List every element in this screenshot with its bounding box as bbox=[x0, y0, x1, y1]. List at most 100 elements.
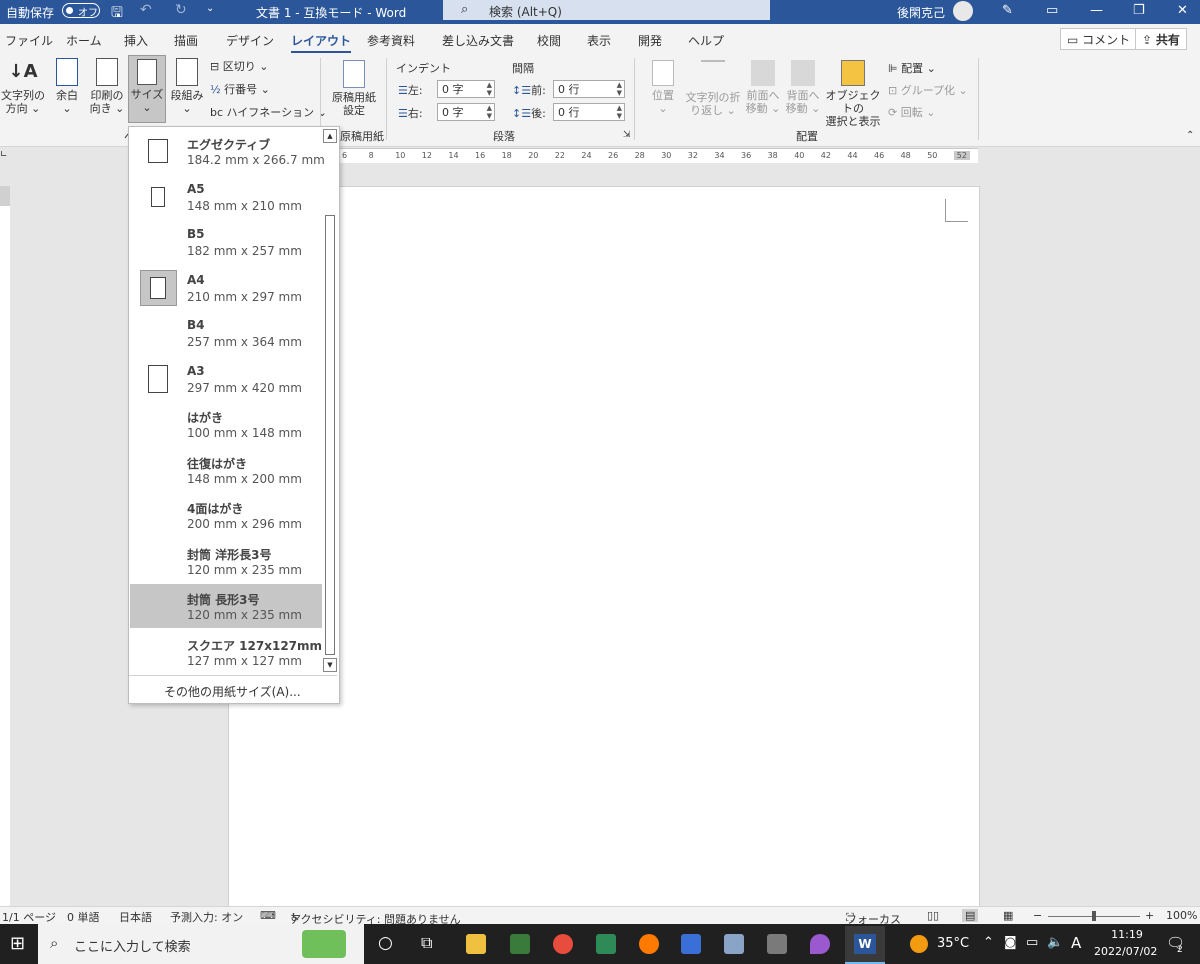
hyphenation-button[interactable]: bc ハイフネーション ⌄ bbox=[210, 104, 327, 120]
position-button[interactable]: 位置 ⌄ bbox=[644, 60, 682, 115]
taskbar-search[interactable]: ⌕ ここに入力して検索 bbox=[38, 924, 364, 964]
columns-button[interactable]: 段組み ⌄ bbox=[168, 58, 206, 115]
save-icon[interactable]: 🖫 bbox=[111, 2, 123, 26]
dialog-launcher-icon[interactable]: ⇲ bbox=[623, 130, 631, 140]
tab-help[interactable]: ヘルプ bbox=[688, 32, 724, 49]
calculator-icon[interactable] bbox=[767, 934, 787, 954]
word-count[interactable]: 0 単語 bbox=[67, 909, 100, 925]
task-view-icon[interactable]: ⧉ bbox=[421, 933, 432, 953]
windows-start-icon[interactable]: ⊞ bbox=[10, 933, 25, 954]
avatar[interactable] bbox=[953, 1, 973, 21]
text-direction-button[interactable]: ↓A 文字列の 方向 ⌄ bbox=[0, 58, 46, 115]
tab-mailings[interactable]: 差し込み文書 bbox=[442, 32, 514, 49]
bring-forward-button[interactable]: 前面へ 移動 ⌄ bbox=[744, 60, 782, 115]
orientation-button[interactable]: 印刷の 向き ⌄ bbox=[88, 58, 126, 115]
size-button[interactable]: サイズ ⌄ bbox=[128, 55, 166, 123]
app-icon[interactable] bbox=[510, 934, 530, 954]
read-mode-icon[interactable]: ▯▯ bbox=[927, 909, 939, 922]
clock-date[interactable]: 2022/07/02 bbox=[1094, 945, 1157, 958]
send-backward-button[interactable]: 背面へ 移動 ⌄ bbox=[784, 60, 822, 115]
manuscript-button[interactable]: 原稿用紙 設定 bbox=[328, 60, 380, 117]
spinner-arrows-icon[interactable]: ▲ ▼ bbox=[617, 104, 622, 120]
tab-developer[interactable]: 開発 bbox=[638, 32, 662, 49]
align-button[interactable]: ⊫ 配置 ⌄ bbox=[888, 60, 936, 76]
tab-references[interactable]: 参考資料 bbox=[367, 32, 415, 49]
scrollbar[interactable]: ▲ ▼ bbox=[323, 129, 337, 672]
group-button[interactable]: ⊡ グループ化 ⌄ bbox=[888, 82, 968, 98]
share-button[interactable]: ⇪ 共有 bbox=[1135, 28, 1187, 50]
app-icon[interactable] bbox=[810, 934, 830, 954]
spinner-arrows-icon[interactable]: ▲ ▼ bbox=[487, 104, 492, 120]
document-page[interactable] bbox=[228, 186, 980, 907]
tab-view[interactable]: 表示 bbox=[587, 32, 611, 49]
paper-size-item[interactable]: A4 210 mm x 297 mm bbox=[130, 266, 322, 310]
horizontal-ruler[interactable]: 6 8 10 12 14 16 18 20 22 24 26 28 30 32 34 36 38 40 42 44 46… bbox=[338, 148, 978, 163]
spinner-arrows-icon[interactable]: ▲ ▼ bbox=[617, 81, 622, 97]
tab-selector-icon[interactable]: ∟ bbox=[0, 150, 8, 160]
zoom-out-icon[interactable]: − bbox=[1033, 909, 1042, 922]
language-status[interactable]: 日本語 bbox=[119, 909, 152, 925]
chrome-icon[interactable] bbox=[553, 934, 573, 954]
tab-home[interactable]: ホーム bbox=[66, 32, 102, 49]
weather-icon[interactable] bbox=[910, 935, 928, 953]
network-icon[interactable]: ▭ bbox=[1026, 935, 1038, 950]
autosave-toggle[interactable]: オフ bbox=[62, 3, 100, 19]
print-layout-icon[interactable]: ▤ bbox=[962, 909, 979, 922]
vertical-ruler[interactable] bbox=[0, 186, 10, 906]
paper-size-item[interactable]: A3 297 mm x 420 mm bbox=[130, 357, 322, 401]
zoom-in-icon[interactable]: + bbox=[1145, 909, 1154, 922]
temperature[interactable]: 35°C bbox=[937, 936, 969, 951]
clock-time[interactable]: 11:19 bbox=[1102, 928, 1152, 941]
web-layout-icon[interactable]: ▦ bbox=[1003, 909, 1013, 922]
breaks-button[interactable]: ⊟ 区切り ⌄ bbox=[210, 58, 268, 74]
app-icon[interactable] bbox=[596, 934, 616, 954]
paper-size-item[interactable]: はがき 100 mm x 148 mm bbox=[130, 402, 322, 446]
close-icon[interactable]: ✕ bbox=[1177, 3, 1188, 18]
margins-button[interactable]: 余白 ⌄ bbox=[50, 58, 84, 115]
more-paper-sizes[interactable]: その他の用紙サイズ(A)... bbox=[129, 675, 337, 704]
zoom-slider-thumb[interactable] bbox=[1092, 911, 1096, 921]
keyboard-icon[interactable]: ⌨ bbox=[260, 909, 276, 922]
indent-left-field[interactable]: 0 字 ▲ ▼ bbox=[437, 80, 495, 98]
comment-button[interactable]: ▭ コメント bbox=[1060, 28, 1138, 50]
minimize-icon[interactable]: — bbox=[1090, 3, 1103, 18]
paper-size-item[interactable]: 封筒 長形3号 120 mm x 235 mm bbox=[130, 584, 322, 628]
tray-expand-icon[interactable]: ⌃ bbox=[983, 935, 994, 950]
cortana-icon[interactable]: ○ bbox=[378, 933, 393, 953]
ribbon-display-icon[interactable]: ▭ bbox=[1046, 3, 1058, 18]
line-numbers-button[interactable]: ½ 行番号 ⌄ bbox=[210, 81, 270, 97]
paper-size-item[interactable]: スクエア 127x127mm 127 mm x 127 mm bbox=[130, 630, 322, 674]
tab-design[interactable]: デザイン bbox=[226, 32, 274, 49]
tab-file[interactable]: ファイル bbox=[5, 32, 53, 49]
tab-layout[interactable]: レイアウト bbox=[291, 32, 352, 53]
customize-qat-icon[interactable]: ⌄ bbox=[206, 3, 214, 14]
file-explorer-icon[interactable] bbox=[466, 934, 486, 954]
app-icon[interactable] bbox=[681, 934, 701, 954]
search-box[interactable]: ⌕ 検索 (Alt+Q) bbox=[443, 0, 770, 20]
user-name[interactable]: 後閑克己 bbox=[897, 4, 945, 21]
paper-size-item[interactable]: エグゼクティブ 184.2 mm x 266.7 mm bbox=[130, 129, 325, 173]
selection-pane-button[interactable]: オブジェクトの 選択と表示 bbox=[824, 60, 882, 128]
tab-review[interactable]: 校閲 bbox=[537, 32, 561, 49]
redo-icon[interactable]: ↻ bbox=[175, 2, 187, 18]
scroll-up-icon[interactable]: ▲ bbox=[323, 129, 337, 143]
paper-size-item[interactable]: 往復はがき 148 mm x 200 mm bbox=[130, 448, 322, 492]
tab-draw[interactable]: 描画 bbox=[174, 32, 198, 49]
volume-icon[interactable]: 🔈 bbox=[1047, 935, 1063, 950]
spacing-before-field[interactable]: 0 行 ▲ ▼ bbox=[553, 80, 625, 98]
spinner-arrows-icon[interactable]: ▲ ▼ bbox=[487, 81, 492, 97]
zoom-level[interactable]: 100% bbox=[1166, 909, 1197, 922]
page-count[interactable]: 1/1 ページ bbox=[2, 909, 56, 925]
scroll-thumb[interactable] bbox=[325, 215, 335, 655]
paper-size-item[interactable]: A5 148 mm x 210 mm bbox=[130, 175, 322, 219]
paper-size-item[interactable]: B5 182 mm x 257 mm bbox=[130, 220, 322, 264]
word-taskbar-button[interactable]: W bbox=[845, 926, 885, 964]
paper-size-item[interactable]: 封筒 洋形長3号 120 mm x 235 mm bbox=[130, 539, 322, 583]
pen-icon[interactable]: ✎ bbox=[1002, 3, 1013, 18]
scroll-down-icon[interactable]: ▼ bbox=[323, 658, 337, 672]
paper-size-item[interactable]: 4面はがき 200 mm x 296 mm bbox=[130, 493, 322, 537]
collapse-ribbon-icon[interactable]: ⌃ bbox=[1186, 130, 1194, 141]
tab-insert[interactable]: 挿入 bbox=[124, 32, 148, 49]
paint-icon[interactable] bbox=[724, 934, 744, 954]
wrap-text-button[interactable]: 文字列の折 り返し ⌄ bbox=[684, 60, 742, 117]
